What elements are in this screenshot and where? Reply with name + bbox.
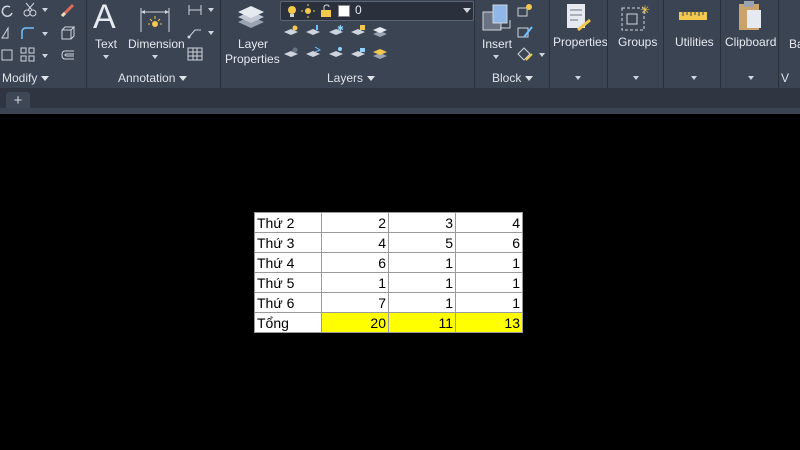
- block-panel-title: Block: [492, 71, 522, 85]
- layer-stack-icon[interactable]: [372, 24, 388, 38]
- trim-icon[interactable]: [22, 2, 38, 18]
- offset-icon[interactable]: [60, 48, 76, 62]
- groups-button-label: Groups: [618, 35, 658, 49]
- layer-properties-icon: [238, 6, 264, 28]
- table-cell: 5: [388, 232, 456, 253]
- table-cell: 1: [455, 292, 523, 313]
- scale-icon[interactable]: [0, 48, 14, 62]
- table-row: Thứ 2 2 3 4: [254, 212, 523, 233]
- ribbon: Modify A Text Dimension Annotation Layer…: [0, 0, 800, 88]
- table-row: Thứ 6 7 1 1: [254, 292, 523, 313]
- view-panel-label[interactable]: V: [781, 71, 789, 85]
- text-button-label: Text: [95, 37, 118, 51]
- table-cell: 4: [455, 212, 523, 233]
- row-label: Thứ 4: [254, 252, 322, 273]
- layer-name-value: 0: [355, 3, 362, 17]
- properties-button-label: Properties: [553, 35, 608, 49]
- properties-icon: [567, 4, 591, 32]
- table-cell: 1: [455, 252, 523, 273]
- table-cell: 2: [321, 212, 389, 233]
- table-icon[interactable]: [187, 47, 203, 61]
- ruler-icon: [679, 12, 707, 20]
- insert-button-label: Insert: [482, 37, 513, 51]
- row-label: Thứ 5: [254, 272, 322, 293]
- layer-properties-label-line1: Layer: [238, 37, 269, 51]
- dimension-icon: [140, 8, 170, 32]
- linear-dimension-icon[interactable]: [187, 3, 203, 17]
- total-row: Tổng 20 11 13: [254, 312, 523, 333]
- edit-block-icon[interactable]: [517, 25, 533, 39]
- leader-icon[interactable]: [187, 25, 203, 39]
- annotation-panel-title: Annotation: [118, 71, 176, 85]
- modify-panel-label[interactable]: Modify: [2, 71, 50, 85]
- layer-dropdown[interactable]: 0: [280, 1, 474, 21]
- table-cell: 1: [388, 292, 456, 313]
- table-cell: 7: [321, 292, 389, 313]
- layer-unlock-icon: [321, 4, 331, 17]
- mirror-icon[interactable]: [0, 26, 14, 40]
- dimension-button-label: Dimension: [128, 37, 185, 51]
- layers-panel-title: Layers: [327, 71, 364, 85]
- create-block-icon[interactable]: [517, 3, 533, 17]
- layer-properties-label-line2: Properties: [225, 52, 280, 66]
- table-cell: 3: [388, 212, 456, 233]
- annotation-panel-label[interactable]: Annotation: [118, 71, 188, 85]
- layer-freeze-icon[interactable]: ✱: [328, 24, 344, 38]
- table-cell: 1: [388, 272, 456, 293]
- modify-panel: Modify: [0, 0, 86, 88]
- modify-panel-title: Modify: [2, 71, 38, 85]
- utilities-button-label: Utilities: [675, 35, 714, 49]
- ba-button-label[interactable]: Ba: [789, 37, 800, 51]
- insert-block-icon: [482, 4, 511, 31]
- chevron-down-icon: [463, 8, 471, 13]
- layer-merge-icon[interactable]: [372, 46, 388, 60]
- array-icon[interactable]: [20, 47, 36, 63]
- table-row: Thứ 5 1 1 1: [254, 272, 523, 293]
- total-cell: 13: [455, 312, 523, 333]
- table-cell: 1: [388, 252, 456, 273]
- edit-attributes-icon[interactable]: [517, 47, 533, 61]
- annotation-panel: A Text Dimension Annotation: [87, 0, 220, 88]
- clipboard-icon: [739, 1, 761, 30]
- total-label: Tổng: [254, 312, 322, 333]
- svg-text:✱: ✱: [337, 24, 344, 33]
- layer-lock-icon[interactable]: [350, 24, 366, 38]
- layer-off-icon[interactable]: [283, 46, 299, 60]
- total-cell: 20: [321, 312, 389, 333]
- groups-icon: ✳: [621, 3, 650, 31]
- layer-isolate-icon[interactable]: [283, 24, 299, 38]
- erase-icon[interactable]: [60, 2, 76, 18]
- 3d-box-icon[interactable]: [60, 25, 76, 41]
- layer-unlock-all-icon[interactable]: [350, 46, 366, 60]
- table-row: Thứ 4 6 1 1: [254, 252, 523, 273]
- clipboard-button-label: Clipboard: [725, 35, 777, 49]
- layer-match-icon[interactable]: [305, 24, 321, 38]
- table-cell: 4: [321, 232, 389, 253]
- rotate-icon[interactable]: [0, 4, 14, 18]
- row-label: Thứ 6: [254, 292, 322, 313]
- table-cell: 1: [455, 272, 523, 293]
- layer-walk-icon[interactable]: [328, 46, 344, 60]
- svg-text:✳: ✳: [640, 3, 650, 17]
- table-row: Thứ 3 4 5 6: [254, 232, 523, 253]
- layer-on-bulb-icon: [288, 6, 296, 17]
- layer-change-icon[interactable]: [305, 46, 321, 60]
- fillet-icon[interactable]: [20, 26, 36, 40]
- block-panel-label[interactable]: Block: [492, 71, 534, 85]
- row-label: Thứ 2: [254, 212, 322, 233]
- total-cell: 11: [388, 312, 456, 333]
- data-table[interactable]: Thứ 2 2 3 4 Thứ 3 4 5 6 Thứ 4 6 1 1 Thứ …: [254, 212, 523, 333]
- layer-color-swatch: [338, 5, 350, 17]
- row-label: Thứ 3: [254, 232, 322, 253]
- table-cell: 1: [321, 272, 389, 293]
- layer-thaw-sun-icon: [301, 4, 315, 18]
- table-cell: 6: [455, 232, 523, 253]
- layers-panel-label[interactable]: Layers: [327, 71, 376, 85]
- text-icon: A: [93, 0, 116, 36]
- table-cell: 6: [321, 252, 389, 273]
